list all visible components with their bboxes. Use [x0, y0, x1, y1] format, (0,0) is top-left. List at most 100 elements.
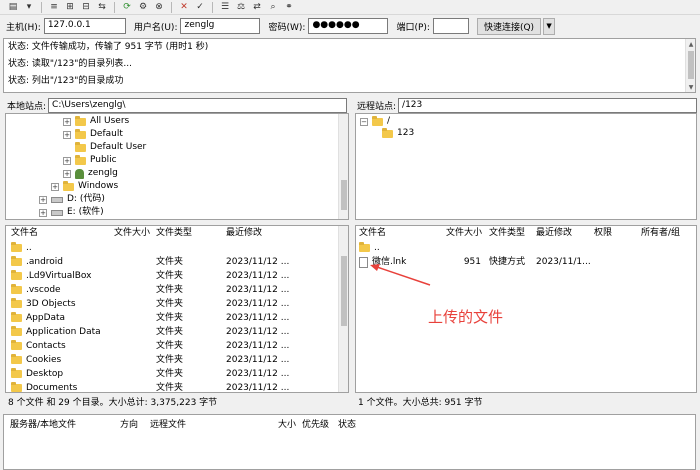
toggle-queue-icon[interactable]: ⇆ [95, 1, 109, 13]
file-type: 快捷方式 [489, 257, 526, 267]
file-name-label: Contacts [26, 341, 66, 351]
scroll-down-icon[interactable]: ▼ [686, 82, 695, 92]
remote-directory-tree[interactable]: −/ 123 [355, 113, 697, 220]
tree-item-label: Default [90, 129, 123, 139]
disconnect-icon[interactable]: ✕ [177, 1, 191, 13]
file-name-label: Cookies [26, 355, 62, 365]
column-header-owner[interactable]: 所有者/组 [641, 226, 680, 240]
local-list-scrollbar[interactable] [338, 226, 348, 392]
toggle-log-icon[interactable]: ≡ [47, 1, 61, 13]
folder-icon [11, 368, 22, 378]
queue-header-priority[interactable]: 优先级 [302, 417, 329, 430]
queue-header-size[interactable]: 大小 [278, 417, 296, 430]
tree-item-label: Windows [78, 181, 119, 191]
scrollbar-thumb[interactable] [341, 180, 347, 210]
tree-item-label: All Users [90, 116, 130, 126]
table-row[interactable]: .vscode 文件夹 2023/11/12 ... [6, 283, 348, 297]
user-folder-icon [75, 168, 84, 179]
folder-icon [11, 354, 22, 364]
scrollbar-thumb[interactable] [688, 51, 694, 79]
password-input[interactable]: ●●●●●● [308, 18, 389, 34]
column-header-name[interactable]: 文件名 [359, 226, 386, 240]
remote-list-header: 文件名 文件大小 文件类型 最近修改 权限 所有者/组 [356, 226, 696, 240]
table-row[interactable]: Cookies 文件夹 2023/11/12 ... [6, 353, 348, 367]
tree-item[interactable]: + Default [63, 128, 123, 141]
password-label: 密码(W): [268, 22, 306, 33]
table-row[interactable]: .Ld9VirtualBox 文件夹 2023/11/12 ... [6, 269, 348, 283]
file-type: 文件夹 [156, 355, 184, 365]
table-row[interactable]: Application Data 文件夹 2023/11/12 ... [6, 325, 348, 339]
file-name-label: 3D Objects [26, 299, 76, 309]
quickconnect-button[interactable]: 快速连接(Q) [476, 17, 542, 35]
tree-item[interactable]: 123 [382, 127, 414, 140]
toggle-tree-icon[interactable]: ⊞ [63, 1, 77, 13]
column-header-type[interactable]: 文件类型 [489, 226, 525, 240]
binoculars-icon[interactable]: ⚭ [282, 1, 296, 13]
tree-item[interactable]: + Windows [51, 180, 118, 193]
column-header-modified[interactable]: 最近修改 [226, 226, 262, 240]
port-input[interactable] [432, 18, 469, 34]
expand-icon[interactable]: + [63, 130, 71, 139]
table-row[interactable]: Documents 文件夹 2023/11/12 ... [6, 381, 348, 392]
column-header-name[interactable]: 文件名 [11, 226, 38, 240]
compare-icon[interactable]: ⚖ [234, 1, 248, 13]
table-row[interactable]: Desktop 文件夹 2023/11/12 ... [6, 367, 348, 381]
local-file-list[interactable]: 文件名 文件大小 文件类型 最近修改 .. .android 文件夹 2023/11/… [5, 225, 349, 393]
cancel-icon[interactable]: ⊗ [152, 1, 166, 13]
table-row[interactable]: 3D Objects 文件夹 2023/11/12 ... [6, 297, 348, 311]
remote-path-input[interactable]: /123 [398, 97, 697, 113]
queue-header-direction[interactable]: 方向 [120, 417, 138, 430]
queue-header-remote-file[interactable]: 远程文件 [150, 417, 186, 430]
column-header-type[interactable]: 文件类型 [156, 226, 192, 240]
table-row[interactable]: Contacts 文件夹 2023/11/12 ... [6, 339, 348, 353]
dropdown-arrow-icon[interactable]: ▾ [22, 1, 36, 13]
expand-icon[interactable]: + [39, 195, 47, 204]
host-label: 主机(H): [6, 22, 41, 33]
toggle-remote-icon[interactable]: ⊟ [79, 1, 93, 13]
process-queue-icon[interactable]: ⚙ [136, 1, 150, 13]
tree-item[interactable]: + E: (软件) [39, 206, 104, 219]
expand-icon[interactable]: + [51, 182, 59, 191]
collapse-icon[interactable]: − [360, 117, 368, 126]
refresh-icon[interactable]: ⟳ [120, 1, 134, 13]
local-directory-tree[interactable]: + All Users + Default Default User + Public… [5, 113, 349, 220]
message-log[interactable]: 状态: 文件传输成功，传输了 951 字节 (用时1 秒) 状态: 读取"/12… [3, 38, 696, 93]
reconnect-icon[interactable]: ✓ [193, 1, 207, 13]
tree-item[interactable]: + D: (代码) [39, 193, 105, 206]
scrollbar-thumb[interactable] [341, 256, 347, 326]
expand-icon[interactable]: + [63, 169, 71, 178]
tree-item[interactable]: Default User [75, 141, 146, 154]
local-path-input[interactable]: C:\Users\zenglg\ [48, 97, 347, 113]
filter-icon[interactable]: ☰ [218, 1, 232, 13]
file-name: .Ld9VirtualBox [11, 269, 111, 283]
username-input[interactable]: zenglg [180, 18, 261, 34]
tree-item[interactable]: + Public [63, 154, 117, 167]
quickconnect-dropdown-icon[interactable]: ▼ [543, 17, 556, 35]
scroll-up-icon[interactable]: ▲ [686, 39, 695, 49]
remote-file-list[interactable]: 文件名 文件大小 文件类型 最近修改 权限 所有者/组 .. 微信.lnk 951 快… [355, 225, 697, 393]
sync-browse-icon[interactable]: ⇄ [250, 1, 264, 13]
log-scrollbar[interactable]: ▲ ▼ [685, 39, 695, 92]
queue-header-status[interactable]: 状态 [338, 417, 356, 430]
expand-icon[interactable]: + [39, 208, 47, 217]
search-icon[interactable]: ⌕ [266, 1, 280, 13]
table-row[interactable]: .android 文件夹 2023/11/12 ... [6, 255, 348, 269]
expand-icon[interactable]: + [63, 117, 71, 126]
table-row[interactable]: .. [6, 241, 348, 255]
queue-header-local-file[interactable]: 服务器/本地文件 [10, 417, 76, 430]
expand-icon[interactable]: + [63, 156, 71, 165]
drive-icon [51, 196, 63, 203]
transfer-queue[interactable]: 服务器/本地文件 方向 远程文件 大小 优先级 状态 [3, 414, 696, 470]
column-header-size[interactable]: 文件大小 [114, 226, 150, 240]
column-header-size[interactable]: 文件大小 [446, 226, 482, 240]
local-tree-scrollbar[interactable] [338, 114, 348, 219]
tree-item[interactable]: + zenglg [63, 167, 118, 180]
table-row[interactable]: AppData 文件夹 2023/11/12 ... [6, 311, 348, 325]
tree-item[interactable]: + All Users [63, 115, 129, 128]
column-header-modified[interactable]: 最近修改 [536, 226, 572, 240]
host-input[interactable]: 127.0.0.1 [43, 18, 126, 34]
site-manager-icon[interactable]: ▤ [6, 1, 20, 13]
file-name-label: .. [374, 243, 380, 253]
table-row[interactable]: .. [356, 241, 696, 255]
column-header-permissions[interactable]: 权限 [594, 226, 612, 240]
